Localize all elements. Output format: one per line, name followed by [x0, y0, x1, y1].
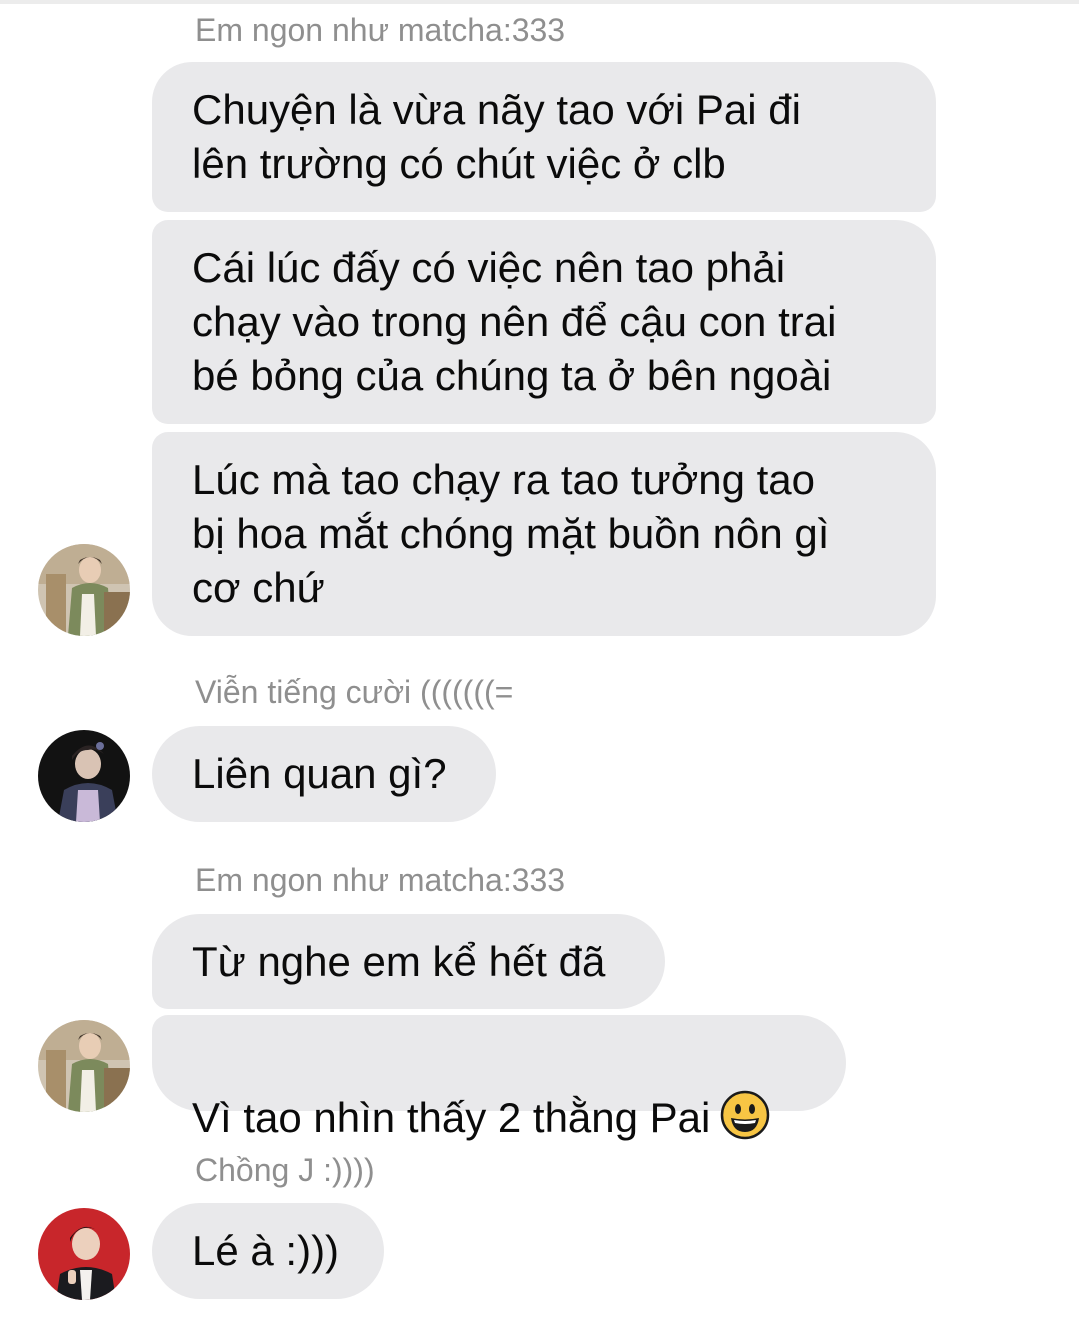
message-bubble[interactable]: Vì tao nhìn thấy 2 thằng Pai — [152, 1015, 846, 1141]
sender-name: Chồng J :)))) — [195, 1152, 375, 1188]
top-divider — [0, 0, 1079, 4]
sender-name: Viễn tiếng cười (((((((= — [195, 674, 514, 710]
message-bubble[interactable]: Lúc mà tao chạy ra tao tưởng tao bị hoa … — [152, 432, 936, 636]
grinning-face-emoji-icon — [721, 1090, 770, 1140]
sender-name: Em ngon như matcha:333 — [195, 12, 566, 48]
message-bubble[interactable]: Từ nghe em kể hết đã — [152, 914, 665, 1009]
avatar[interactable] — [38, 1208, 130, 1300]
message-bubble[interactable]: Liên quan gì? — [152, 726, 496, 822]
avatar[interactable] — [38, 1020, 130, 1112]
sender-name: Em ngon như matcha:333 — [195, 862, 566, 898]
message-bubble[interactable]: Lé à :))) — [152, 1203, 384, 1299]
message-bubble[interactable]: Cái lúc đấy có việc nên tao phải chạy và… — [152, 220, 936, 424]
avatar[interactable] — [38, 730, 130, 822]
avatar[interactable] — [38, 544, 130, 636]
message-text: Vì tao nhìn thấy 2 thằng Pai — [192, 1094, 711, 1141]
message-bubble[interactable]: Chuyện là vừa nãy tao với Pai đi lên trư… — [152, 62, 936, 212]
